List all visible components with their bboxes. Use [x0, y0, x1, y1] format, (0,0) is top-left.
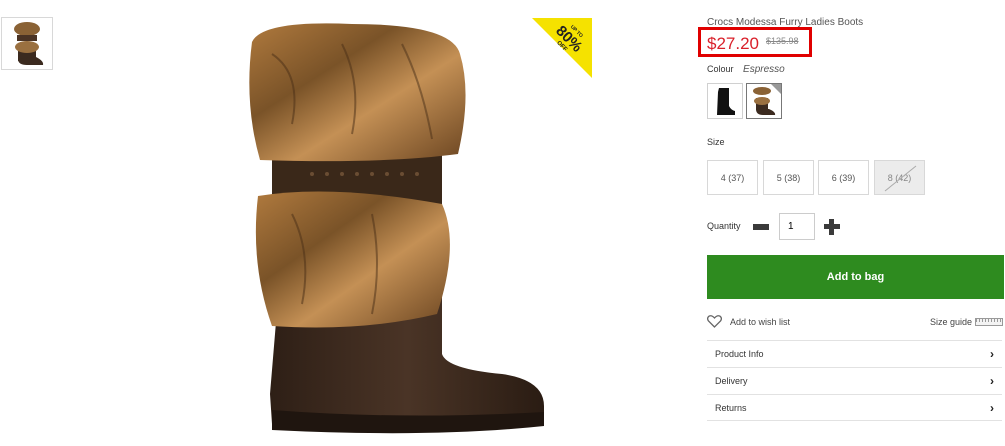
size-option-6[interactable]: 6 (39) [818, 160, 869, 195]
product-accordion: Product Info › Delivery › Returns › [707, 340, 1002, 421]
current-price: $27.20 [707, 34, 759, 53]
accordion-label: Returns [715, 402, 747, 413]
boot-black-icon [717, 88, 735, 115]
heart-icon [707, 315, 722, 328]
chevron-right-icon: › [990, 374, 994, 388]
accordion-returns[interactable]: Returns › [707, 394, 1002, 421]
add-to-bag-button[interactable]: Add to bag [707, 255, 1004, 299]
swatch-black[interactable] [707, 83, 743, 119]
colour-value: Espresso [743, 64, 785, 75]
original-price: $135.98 [766, 36, 799, 46]
boot-thumbnail-image [14, 21, 44, 65]
size-label: Size [707, 137, 725, 147]
thumbnail-espresso[interactable] [1, 17, 53, 70]
size-option-5[interactable]: 5 (38) [763, 160, 814, 195]
size-option-4[interactable]: 4 (37) [707, 160, 758, 195]
quantity-increase-button[interactable] [823, 218, 841, 236]
accordion-delivery[interactable]: Delivery › [707, 367, 1002, 394]
accordion-product-info[interactable]: Product Info › [707, 340, 1002, 367]
colour-label: Colour [707, 64, 734, 74]
product-details-panel: Crocs Modessa Furry Ladies Boots $27.20 … [698, 0, 1005, 441]
product-main-image [232, 14, 552, 441]
add-to-wishlist-link[interactable]: Add to wish list [707, 315, 790, 328]
colour-row: Colour Espresso [707, 64, 785, 75]
wishlist-label: Add to wish list [730, 316, 791, 327]
swatch-espresso[interactable] [746, 83, 782, 119]
accordion-label: Delivery [715, 376, 748, 386]
quantity-input[interactable] [779, 213, 815, 240]
size-guide-link[interactable]: Size guide [930, 317, 1003, 327]
strike-through-icon [884, 165, 917, 192]
quantity-label: Quantity [707, 221, 741, 231]
ruler-icon [975, 318, 1003, 326]
accordion-label: Product Info [715, 349, 764, 359]
discount-badge: UP TO 80% OFF [532, 18, 592, 78]
chevron-right-icon: › [990, 347, 994, 361]
quantity-decrease-button[interactable] [753, 224, 769, 230]
selected-corner-icon [771, 84, 781, 94]
size-guide-label: Size guide [929, 317, 972, 327]
chevron-right-icon: › [990, 400, 994, 415]
size-option-8-unavailable[interactable]: 8 (42) [874, 160, 925, 195]
